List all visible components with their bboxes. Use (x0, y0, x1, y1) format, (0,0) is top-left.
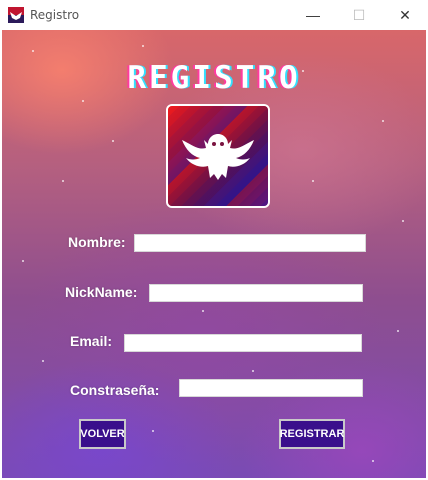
minimize-button[interactable]: — (290, 0, 336, 30)
star (32, 50, 34, 52)
email-label: Email: (70, 333, 113, 349)
nickname-input[interactable] (149, 284, 363, 302)
form-panel: REGISTRO Nombre: NickName: Email: Constr… (2, 30, 426, 478)
registrar-button[interactable]: REGISTRAR (279, 419, 345, 449)
star (252, 370, 254, 372)
star (142, 45, 144, 47)
star (402, 220, 404, 222)
window-title: Registro (30, 8, 80, 22)
star (312, 180, 314, 182)
password-label: Constraseña: (70, 382, 160, 398)
maximize-button[interactable]: ☐ (336, 0, 382, 30)
owl-icon (182, 134, 254, 180)
title-bar: Registro — ☐ ✕ (0, 0, 428, 30)
star (372, 460, 374, 462)
star (42, 360, 44, 362)
star (382, 120, 384, 122)
star (22, 260, 24, 262)
page-title: REGISTRO (127, 60, 301, 96)
star (112, 140, 114, 142)
star (397, 330, 399, 332)
star (82, 100, 84, 102)
app-icon (8, 7, 24, 23)
nombre-input[interactable] (134, 234, 366, 252)
star (62, 180, 64, 182)
email-input[interactable] (124, 334, 362, 352)
owl-logo (166, 104, 270, 208)
password-input[interactable] (179, 379, 363, 397)
nickname-label: NickName: (65, 284, 138, 300)
registro-window: Registro — ☐ ✕ REGISTRO Nombre: NickName… (0, 0, 428, 480)
volver-button[interactable]: VOLVER (79, 419, 126, 449)
star (202, 310, 204, 312)
nombre-label: Nombre: (68, 234, 126, 250)
close-button[interactable]: ✕ (382, 0, 428, 30)
star (152, 430, 154, 432)
